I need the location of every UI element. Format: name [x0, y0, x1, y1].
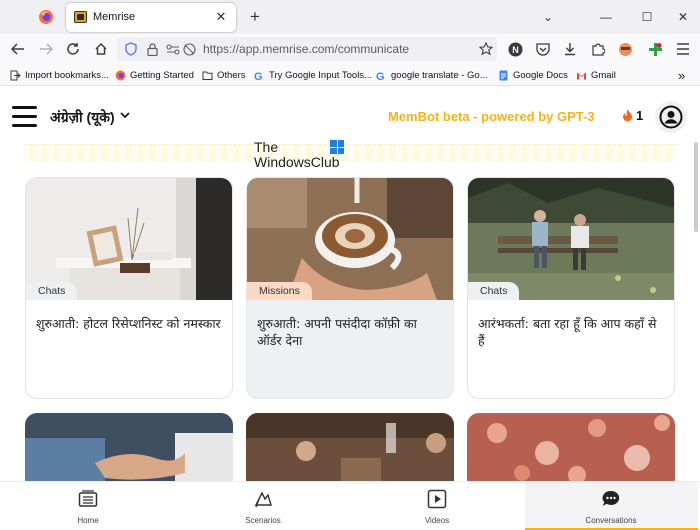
- bookmarks-overflow-icon[interactable]: »: [678, 68, 685, 83]
- scenario-card[interactable]: Chats शुरुआती: होटल रिसेप्शनिस्ट को नमस्…: [25, 177, 233, 399]
- bookmark-label: Others: [217, 70, 246, 81]
- folder-icon: [202, 71, 213, 80]
- svg-text:G: G: [254, 71, 263, 81]
- forward-button[interactable]: [36, 39, 56, 59]
- scenario-card[interactable]: Chats आरंभकर्ता: बता रहा हूँ कि आप कहाँ …: [467, 177, 675, 399]
- bookmark-import[interactable]: Import bookmarks...: [10, 68, 109, 83]
- pocket-icon[interactable]: [533, 39, 553, 59]
- autoplay-blocked-icon[interactable]: [180, 40, 198, 58]
- scenario-card-image-handshake[interactable]: [25, 413, 233, 483]
- bookmark-label: Google Docs: [513, 70, 568, 81]
- nav-home[interactable]: Home: [68, 482, 108, 530]
- extension-face-icon[interactable]: [615, 39, 635, 59]
- import-icon: [10, 70, 21, 81]
- lock-icon[interactable]: [143, 40, 161, 58]
- firefox-view-icon[interactable]: [33, 7, 59, 27]
- bookmark-google-input-tools[interactable]: G Try Google Input Tools...: [254, 68, 372, 83]
- bookmark-label: google translate - Go...: [391, 70, 488, 81]
- maximize-button[interactable]: ☐: [638, 8, 656, 26]
- nav-scenarios[interactable]: Scenarios: [238, 482, 288, 530]
- card-tag: Chats: [468, 282, 520, 300]
- close-window-button[interactable]: ✕: [674, 8, 692, 26]
- watermark: The WindowsClub: [254, 140, 354, 170]
- windows-logo-icon: [330, 140, 344, 154]
- bookmark-label: Getting Started: [130, 70, 194, 81]
- flame-icon: [623, 109, 632, 122]
- bookmarks-toolbar: Import bookmarks... Getting Started Othe…: [0, 64, 700, 86]
- bookmark-star-icon[interactable]: [477, 40, 495, 58]
- streak-count: 1: [636, 108, 644, 123]
- profile-avatar-icon[interactable]: [655, 101, 687, 133]
- google-icon: G: [376, 71, 385, 81]
- hamburger-menu-icon[interactable]: [12, 106, 38, 128]
- bookmark-getting-started[interactable]: Getting Started: [115, 68, 194, 83]
- address-bar[interactable]: https://app.memrise.com/communicate: [117, 37, 497, 61]
- gmail-icon: [577, 72, 586, 80]
- navigation-bar: https://app.memrise.com/communicate N: [0, 34, 700, 64]
- scenario-card-image-restaurant[interactable]: [246, 413, 454, 483]
- nav-videos[interactable]: Videos: [417, 482, 457, 530]
- videos-icon: [426, 488, 448, 510]
- bookmark-google-translate[interactable]: G google translate - Go...: [376, 68, 488, 83]
- docs-icon: [499, 70, 508, 81]
- tab-strip: Memrise ✕ + ⌄ — ☐ ✕: [0, 0, 700, 34]
- nav-label: Scenarios: [245, 516, 281, 525]
- card-title: शुरुआती: होटल रिसेप्शनिस्ट को नमस्कार: [36, 316, 221, 331]
- home-book-icon: [77, 488, 99, 510]
- google-icon: G: [254, 71, 263, 81]
- chat-bubble-icon: [600, 488, 622, 510]
- extensions-puzzle-icon[interactable]: [588, 39, 608, 59]
- tab-title: Memrise: [93, 11, 136, 23]
- language-selector[interactable]: अंग्रेज़ी (यूके): [50, 108, 115, 127]
- extension-green-icon[interactable]: [645, 39, 665, 59]
- list-all-tabs-icon[interactable]: ⌄: [539, 8, 557, 26]
- bookmark-gmail[interactable]: Gmail: [576, 68, 616, 83]
- minimize-button[interactable]: —: [597, 8, 615, 26]
- app-menu-icon[interactable]: [673, 39, 693, 59]
- svg-text:N: N: [512, 45, 519, 55]
- reload-button[interactable]: [63, 39, 83, 59]
- bookmark-label: Try Google Input Tools...: [269, 70, 372, 81]
- new-tab-button[interactable]: +: [245, 7, 265, 27]
- close-tab-icon[interactable]: ✕: [212, 8, 230, 26]
- bookmark-label: Import bookmarks...: [25, 70, 109, 81]
- tracking-protection-shield-icon[interactable]: [122, 40, 140, 58]
- scenario-card-image-hearts[interactable]: [467, 413, 675, 483]
- url-text: https://app.memrise.com/communicate: [203, 42, 410, 56]
- nav-label: Home: [77, 516, 99, 525]
- membot-link[interactable]: MemBot beta - powered by GPT-3: [388, 109, 595, 124]
- browser-window: Memrise ✕ + ⌄ — ☐ ✕ https://app.memrise.…: [0, 0, 700, 530]
- streak-counter[interactable]: 1: [621, 108, 643, 123]
- page-scrollbar[interactable]: [694, 142, 698, 232]
- nav-label: Conversations: [585, 516, 637, 525]
- card-tag: Missions: [247, 282, 312, 300]
- bookmark-others-folder[interactable]: Others: [202, 68, 246, 83]
- extension-n-icon[interactable]: N: [505, 39, 525, 59]
- bookmark-label: Gmail: [591, 70, 616, 81]
- svg-text:G: G: [376, 71, 385, 81]
- bookmark-google-docs[interactable]: Google Docs: [498, 68, 568, 83]
- back-button[interactable]: [8, 39, 28, 59]
- chevron-down-icon[interactable]: [118, 108, 132, 122]
- nav-conversations[interactable]: Conversations: [581, 482, 641, 530]
- watermark-line2: WindowsClub: [254, 154, 340, 170]
- memrise-favicon-icon: [74, 11, 87, 23]
- firefox-icon: [115, 70, 126, 81]
- scenarios-icon: [252, 488, 274, 510]
- tab-memrise[interactable]: Memrise ✕: [66, 3, 236, 32]
- card-tag: Chats: [26, 282, 78, 300]
- memrise-page: अंग्रेज़ी (यूके) MemBot beta - powered b…: [0, 87, 700, 530]
- card-title: शुरुआती: अपनी पसंदीदा कॉफ़ी का ऑर्डर देन…: [257, 316, 417, 348]
- home-button[interactable]: [91, 39, 111, 59]
- scenario-card[interactable]: Missions शुरुआती: अपनी पसंदीदा कॉफ़ी का …: [246, 177, 454, 399]
- bottom-navigation: Home Scenarios Videos Conversations: [0, 481, 700, 530]
- downloads-icon[interactable]: [560, 39, 580, 59]
- card-title: आरंभकर्ता: बता रहा हूँ कि आप कहाँ से हैं: [478, 316, 657, 348]
- nav-label: Videos: [424, 516, 450, 525]
